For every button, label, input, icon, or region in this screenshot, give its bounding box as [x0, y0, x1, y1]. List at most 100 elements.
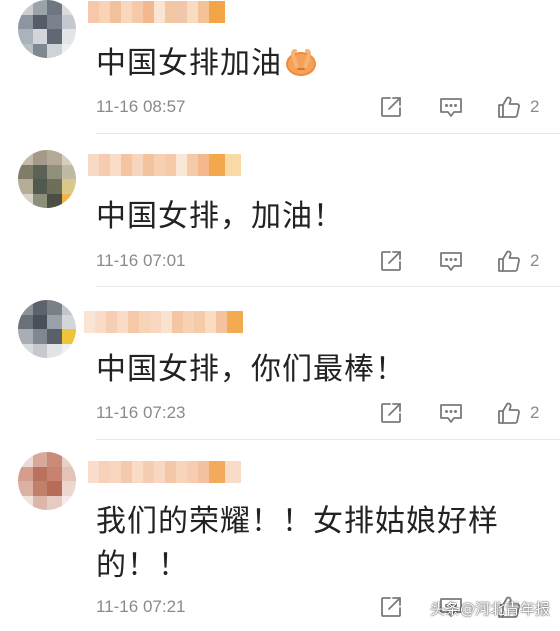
like-count: 2	[530, 97, 540, 116]
avatar[interactable]	[18, 0, 76, 58]
avatar-pixel	[47, 43, 62, 58]
username-blur-pixel	[99, 1, 110, 23]
avatar-pixel	[32, 343, 47, 358]
share-button[interactable]	[378, 400, 404, 426]
username-blur-pixel	[121, 154, 132, 176]
avatar-pixel	[18, 452, 33, 467]
share-icon	[381, 597, 401, 617]
reply-button[interactable]	[438, 94, 464, 120]
username-blur-pixel	[216, 311, 227, 333]
username-blur-pixel	[143, 154, 154, 176]
avatar-pixel	[32, 43, 47, 58]
timestamp: 11-16 07:01	[96, 251, 186, 270]
username-blur-pixel	[139, 311, 150, 333]
reply-button[interactable]	[438, 400, 464, 426]
username-blur-pixel	[198, 461, 209, 483]
share-button[interactable]	[378, 94, 404, 120]
username-blur-pixel	[110, 1, 121, 23]
avatar-pixel	[18, 329, 33, 344]
avatar-pixel	[47, 179, 62, 194]
comment-text: 中国女排，加油！	[96, 195, 536, 239]
avatar-pixel	[61, 466, 76, 481]
avatar-pixel	[47, 150, 62, 165]
username-blur-pixel	[88, 154, 99, 176]
username-blur-pixel	[154, 461, 165, 483]
username-blur-pixel	[205, 311, 216, 333]
avatar-pixel	[32, 179, 47, 194]
reply-button[interactable]	[438, 248, 464, 274]
avatar-pixel	[47, 193, 62, 208]
username-blur-pixel	[143, 1, 154, 23]
username-blur-pixel	[227, 311, 243, 333]
username-blur-pixel	[99, 461, 110, 483]
avatar-pixel	[32, 164, 47, 179]
share-icon	[381, 97, 401, 117]
avatar-pixel	[18, 481, 33, 496]
username-blur-pixel	[95, 311, 106, 333]
username-blur-pixel	[106, 311, 117, 333]
username-blur-pixel	[121, 461, 132, 483]
username-blur-pixel	[110, 461, 121, 483]
username-blur-pixel	[209, 154, 225, 176]
avatar-pixel	[47, 300, 62, 315]
pray-hands-emoji-icon	[284, 45, 318, 77]
avatar-pixel	[18, 300, 33, 315]
avatar[interactable]	[18, 300, 76, 358]
like-button[interactable]: 2	[496, 94, 539, 120]
comment-text-content: 中国女排，加油！	[96, 199, 344, 234]
share-icon	[381, 403, 401, 423]
username-blur-pixel	[165, 1, 176, 23]
avatar-pixel	[32, 193, 47, 208]
username-blur-pixel	[176, 461, 187, 483]
avatar[interactable]	[18, 452, 76, 510]
avatar-pixel	[32, 466, 47, 481]
username-blurred[interactable]	[88, 460, 241, 484]
username-blur-pixel	[165, 461, 176, 483]
avatar-pixel	[61, 0, 76, 15]
avatar-pixel	[32, 452, 47, 467]
avatar-pixel	[32, 300, 47, 315]
avatar-pixel	[32, 14, 47, 29]
comment-text-content: 中国女排加油	[96, 46, 282, 81]
username-blurred[interactable]	[88, 153, 241, 177]
avatar-pixel	[61, 329, 76, 344]
avatar-pixel	[61, 300, 76, 315]
username-blur-pixel	[128, 311, 139, 333]
avatar-pixel	[47, 314, 62, 329]
avatar[interactable]	[18, 150, 76, 208]
divider	[96, 286, 560, 287]
username-blurred[interactable]	[88, 0, 225, 24]
comment-text: 中国女排加油	[96, 42, 536, 86]
avatar-pixel	[61, 164, 76, 179]
like-button[interactable]: 2	[496, 400, 539, 426]
username-blur-pixel	[161, 311, 172, 333]
avatar-pixel	[61, 150, 76, 165]
username-blur-pixel	[198, 1, 209, 23]
like-button[interactable]: 2	[496, 248, 539, 274]
username-blur-pixel	[225, 461, 241, 483]
username-blur-pixel	[172, 311, 183, 333]
comment-text-content: 我们的荣耀！！女排姑娘好样的！！	[96, 504, 499, 583]
comment-text-content: 中国女排，你们最棒！	[96, 352, 406, 387]
avatar-pixel	[32, 0, 47, 15]
username-blur-pixel	[150, 311, 161, 333]
avatar-pixel	[61, 495, 76, 510]
share-button[interactable]	[378, 594, 404, 620]
avatar-pixel	[61, 193, 76, 208]
thumbs-up-icon	[498, 402, 520, 424]
username-blurred[interactable]	[84, 310, 243, 334]
username-blur-pixel	[143, 461, 154, 483]
avatar-pixel	[18, 150, 33, 165]
timestamp: 11-16 07:23	[96, 403, 186, 422]
username-blur-pixel	[176, 1, 187, 23]
reply-icon	[440, 404, 462, 423]
avatar-pixel	[61, 179, 76, 194]
comment-meta: 11-16 07:01 2	[96, 248, 560, 276]
share-button[interactable]	[378, 248, 404, 274]
avatar-pixel	[18, 43, 33, 58]
username-blur-pixel	[187, 1, 198, 23]
timestamp: 11-16 08:57	[96, 97, 186, 116]
thumbs-up-icon	[498, 250, 520, 272]
comment-meta: 11-16 07:23 2	[96, 400, 560, 428]
avatar-pixel	[18, 0, 33, 15]
